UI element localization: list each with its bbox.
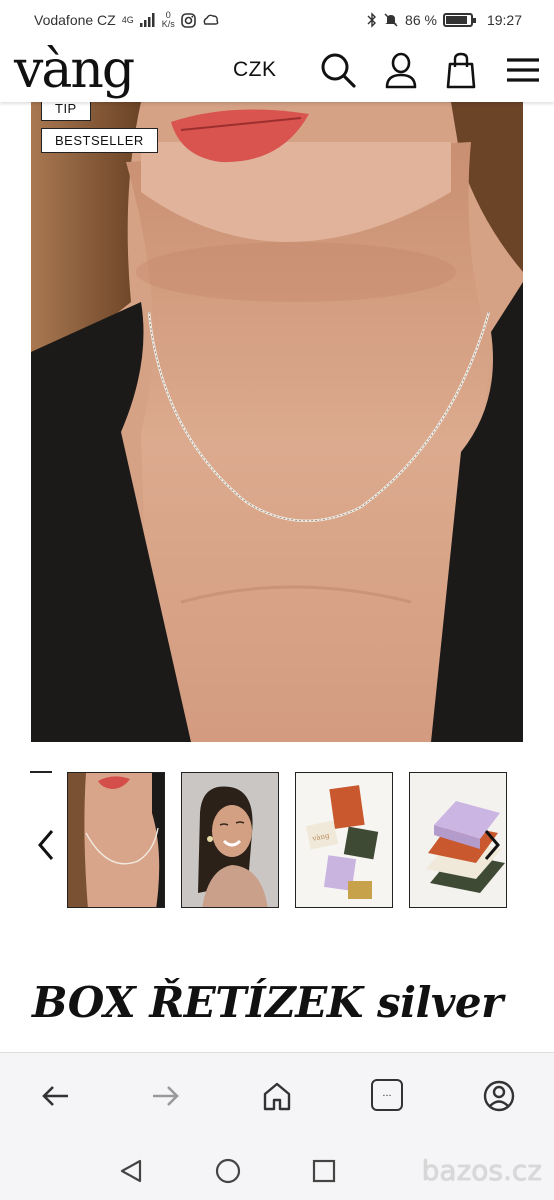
search-icon[interactable] bbox=[318, 50, 358, 90]
home-circle-icon[interactable] bbox=[214, 1157, 242, 1185]
battery-percent: 86 % bbox=[405, 12, 437, 28]
gallery-indicator bbox=[30, 771, 52, 773]
profile-icon[interactable] bbox=[482, 1079, 516, 1113]
speed-unit: K/s bbox=[161, 19, 175, 29]
network-type: 4G bbox=[121, 14, 134, 25]
badge-bestseller: BESTSELLER bbox=[41, 128, 158, 153]
thumbnail-model-image bbox=[182, 773, 278, 907]
account-icon[interactable] bbox=[381, 50, 421, 90]
currency-selector[interactable]: CZK bbox=[233, 58, 277, 82]
gallery-next-arrow[interactable] bbox=[480, 825, 504, 865]
thumbnail-gallery: vàng bbox=[0, 765, 554, 910]
mute-icon bbox=[384, 13, 398, 27]
back-icon[interactable] bbox=[38, 1079, 72, 1113]
site-logo[interactable]: vàng bbox=[14, 42, 135, 98]
clock: 19:27 bbox=[486, 12, 522, 28]
recents-square-icon[interactable] bbox=[311, 1158, 337, 1184]
product-main-image[interactable]: TIP BESTSELLER bbox=[31, 102, 523, 742]
watermark-text: bazos.cz bbox=[421, 1154, 542, 1187]
badge-tip: TIP bbox=[41, 102, 91, 121]
cart-icon[interactable] bbox=[441, 50, 481, 90]
forward-icon[interactable] bbox=[149, 1079, 183, 1113]
notification-icon bbox=[203, 14, 219, 25]
necklace-photo bbox=[31, 102, 523, 742]
thumbnail-necklace-closeup[interactable] bbox=[67, 772, 165, 908]
gallery-prev-arrow[interactable] bbox=[34, 825, 58, 865]
home-icon[interactable] bbox=[260, 1079, 294, 1113]
tabs-icon[interactable]: ... bbox=[371, 1079, 403, 1111]
android-nav-bar: bazos.cz bbox=[0, 1142, 554, 1200]
thumbnail-gift-boxes-image: vàng bbox=[296, 773, 392, 907]
signal-icon bbox=[139, 13, 155, 27]
site-header: vàng CZK bbox=[0, 40, 554, 102]
battery-fill bbox=[445, 16, 467, 24]
bazos-watermark: bazos.cz bbox=[422, 1154, 542, 1187]
data-speed: 0 K/s bbox=[162, 11, 175, 29]
back-triangle-icon[interactable] bbox=[118, 1158, 144, 1184]
instagram-icon bbox=[180, 12, 196, 28]
carrier-label: Vodafone CZ bbox=[34, 12, 116, 28]
thumbnail-necklace-image bbox=[68, 773, 164, 907]
thumbnail-gift-boxes[interactable]: vàng bbox=[295, 772, 393, 908]
battery-icon bbox=[442, 13, 476, 27]
thumbnail-model-smiling[interactable] bbox=[181, 772, 279, 908]
product-title: BOX ŘETÍZEK silver bbox=[32, 978, 503, 1027]
menu-icon[interactable] bbox=[503, 50, 543, 90]
browser-toolbar: ... bbox=[0, 1052, 554, 1142]
bluetooth-icon bbox=[367, 12, 377, 28]
status-bar: Vodafone CZ 4G 0 K/s 86 % 19:27 bbox=[0, 0, 554, 40]
